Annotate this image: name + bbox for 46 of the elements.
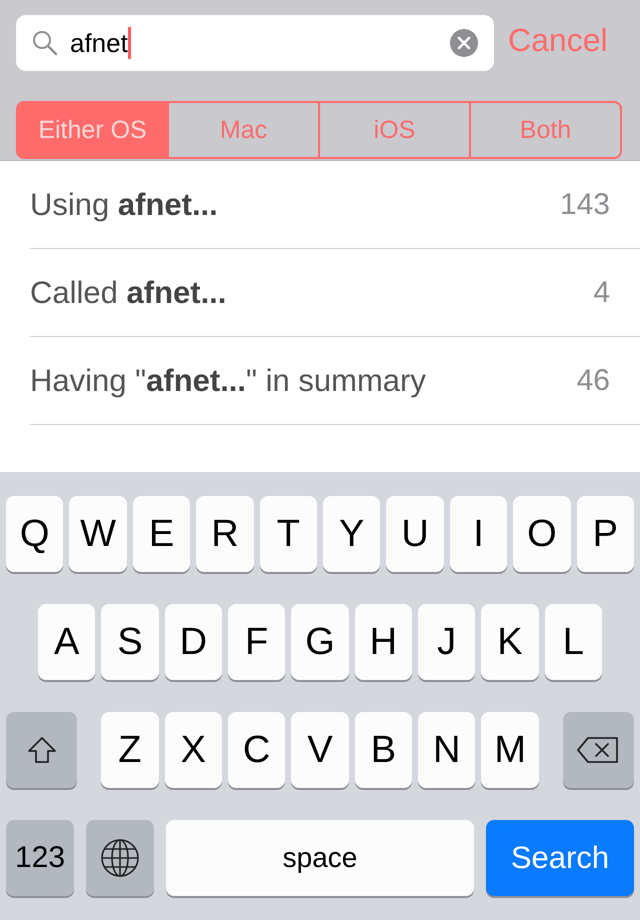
letter-key[interactable]: T bbox=[260, 496, 318, 572]
letter-key[interactable]: C bbox=[228, 712, 286, 788]
globe-key[interactable] bbox=[86, 820, 154, 896]
letter-key[interactable]: I bbox=[450, 496, 508, 572]
backspace-icon bbox=[576, 736, 620, 764]
letter-key[interactable]: V bbox=[291, 712, 349, 788]
shift-icon bbox=[26, 736, 57, 764]
clear-icon[interactable] bbox=[450, 29, 478, 57]
numbers-key[interactable]: 123 bbox=[6, 820, 74, 896]
letter-key[interactable]: U bbox=[386, 496, 444, 572]
letter-key[interactable]: R bbox=[196, 496, 254, 572]
result-count: 46 bbox=[576, 364, 610, 398]
letter-key[interactable]: E bbox=[132, 496, 190, 572]
letter-key[interactable]: A bbox=[38, 604, 96, 680]
result-label[interactable]: Using afnet... bbox=[30, 186, 218, 222]
text-cursor bbox=[128, 27, 131, 59]
letter-key[interactable]: O bbox=[513, 496, 571, 572]
backspace-key[interactable] bbox=[562, 712, 634, 788]
search-key[interactable]: Search bbox=[486, 820, 634, 896]
letter-key[interactable]: L bbox=[544, 604, 602, 680]
letter-key[interactable]: W bbox=[69, 496, 127, 572]
letter-key[interactable]: N bbox=[418, 712, 476, 788]
letter-key[interactable]: J bbox=[418, 604, 476, 680]
result-label[interactable]: Called afnet... bbox=[30, 274, 226, 310]
letter-key[interactable]: Q bbox=[6, 496, 64, 572]
letter-key[interactable]: K bbox=[481, 604, 539, 680]
letter-key[interactable]: F bbox=[228, 604, 286, 680]
globe-icon bbox=[100, 838, 140, 878]
result-count: 143 bbox=[560, 188, 610, 222]
result-label[interactable]: Having "afnet..." in summary bbox=[30, 362, 426, 398]
search-field[interactable]: afnet bbox=[16, 15, 494, 71]
letter-key[interactable]: Y bbox=[323, 496, 380, 572]
result-count: 4 bbox=[593, 276, 610, 310]
letter-key[interactable]: B bbox=[354, 712, 412, 788]
letter-key[interactable]: G bbox=[291, 604, 349, 680]
letter-key[interactable]: H bbox=[354, 604, 412, 680]
letter-key[interactable]: P bbox=[576, 496, 634, 572]
shift-key[interactable] bbox=[6, 712, 78, 788]
letter-key[interactable]: D bbox=[164, 604, 222, 680]
letter-key[interactable]: X bbox=[164, 712, 222, 788]
letter-key[interactable]: S bbox=[101, 604, 159, 680]
search-icon bbox=[32, 30, 58, 56]
letter-key[interactable]: Z bbox=[101, 712, 159, 788]
space-key[interactable]: space bbox=[166, 820, 474, 896]
letter-key[interactable]: M bbox=[481, 712, 539, 788]
search-value: afnet bbox=[70, 28, 128, 58]
